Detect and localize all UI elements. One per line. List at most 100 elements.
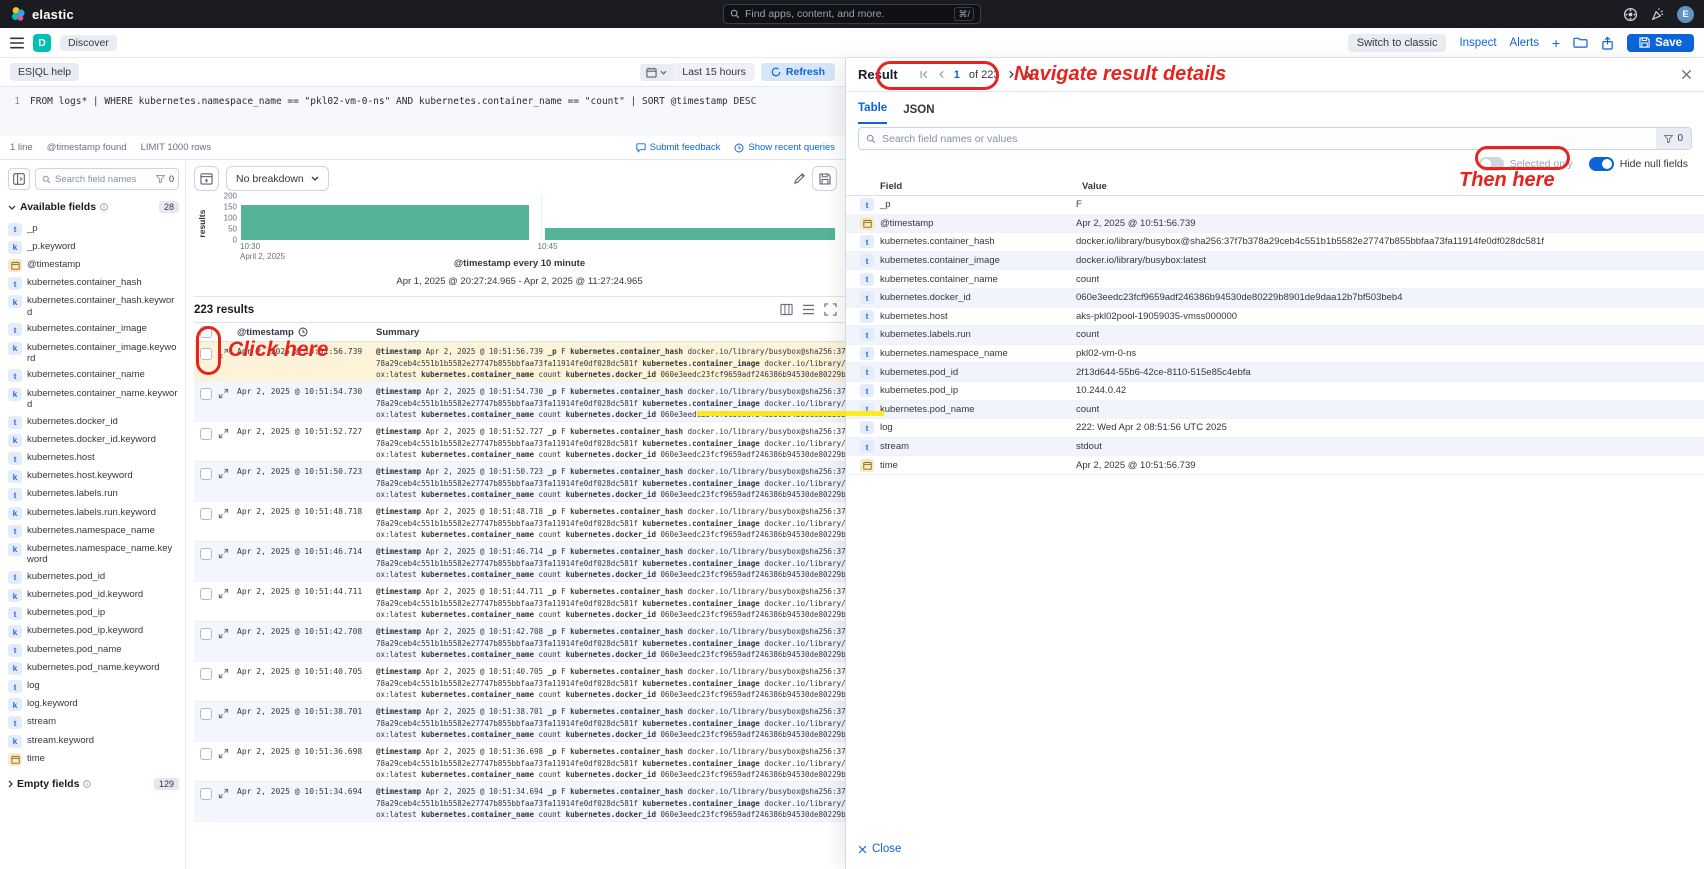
row-checkbox[interactable] bbox=[200, 508, 212, 520]
expand-document-icon[interactable] bbox=[218, 668, 231, 679]
expand-document-icon[interactable] bbox=[218, 628, 231, 639]
chart-options-button[interactable] bbox=[194, 166, 219, 191]
fullscreen-icon[interactable] bbox=[824, 303, 837, 316]
last-page-button[interactable] bbox=[1024, 70, 1033, 79]
deployment-icon[interactable] bbox=[1623, 7, 1638, 22]
detail-row[interactable]: t kubernetes.pod_id 2f13d644-55b6-42ce-8… bbox=[846, 363, 1704, 382]
sidebar-field-item[interactable]: @timestamp bbox=[8, 256, 179, 274]
result-row[interactable]: Apr 2, 2025 @ 10:51:34.694 @timestamp Ap… bbox=[194, 782, 845, 822]
detail-row[interactable]: t kubernetes.container_image docker.io/l… bbox=[846, 252, 1704, 271]
detail-row[interactable]: t kubernetes.namespace_name pkl02-vm-0-n… bbox=[846, 345, 1704, 364]
share-icon[interactable] bbox=[1601, 36, 1614, 50]
row-checkbox[interactable] bbox=[200, 708, 212, 720]
date-picker[interactable]: Last 15 hours bbox=[640, 63, 755, 81]
user-avatar[interactable]: E bbox=[1677, 6, 1694, 23]
collapse-sidebar-button[interactable] bbox=[8, 168, 30, 190]
result-row[interactable]: Apr 2, 2025 @ 10:51:50.723 @timestamp Ap… bbox=[194, 462, 845, 502]
elastic-logo[interactable]: elastic bbox=[10, 6, 74, 22]
sidebar-field-item[interactable]: t log bbox=[8, 677, 179, 695]
row-checkbox[interactable] bbox=[200, 748, 212, 760]
sidebar-field-item[interactable]: t kubernetes.container_name bbox=[8, 367, 179, 385]
toggle-on[interactable] bbox=[1589, 157, 1614, 171]
detail-filter-button[interactable]: 0 bbox=[1656, 128, 1691, 149]
submit-feedback-link[interactable]: Submit feedback bbox=[636, 142, 721, 153]
detail-row[interactable]: @timestamp Apr 2, 2025 @ 10:51:56.739 bbox=[846, 215, 1704, 234]
esql-help-button[interactable]: ES|QL help bbox=[10, 63, 79, 81]
sidebar-field-item[interactable]: t _p bbox=[8, 220, 179, 238]
breadcrumb[interactable]: Discover bbox=[60, 35, 117, 51]
sidebar-field-item[interactable]: k kubernetes.pod_name.keyword bbox=[8, 659, 179, 677]
inspect-button[interactable]: Inspect bbox=[1459, 37, 1496, 49]
detail-search-input[interactable]: Search field names or values 0 bbox=[858, 127, 1692, 150]
first-page-button[interactable] bbox=[920, 70, 929, 79]
switch-to-classic-button[interactable]: Switch to classic bbox=[1348, 34, 1447, 52]
result-row[interactable]: Apr 2, 2025 @ 10:51:46.714 @timestamp Ap… bbox=[194, 542, 845, 582]
field-search-input[interactable]: Search field names 0 bbox=[35, 168, 179, 190]
detail-row[interactable]: time Apr 2, 2025 @ 10:51:56.739 bbox=[846, 456, 1704, 475]
space-badge[interactable]: D bbox=[33, 34, 51, 52]
row-checkbox[interactable] bbox=[200, 548, 212, 560]
available-fields-header[interactable]: Available fields 28 bbox=[8, 201, 179, 213]
new-session-button[interactable]: + bbox=[1552, 35, 1560, 51]
row-checkbox[interactable] bbox=[200, 468, 212, 480]
sidebar-field-item[interactable]: k kubernetes.namespace_name.keyword bbox=[8, 540, 179, 568]
selected-only-toggle[interactable]: Selected only bbox=[1479, 157, 1573, 171]
previous-page-button[interactable] bbox=[938, 70, 945, 79]
sidebar-field-item[interactable]: t kubernetes.pod_name bbox=[8, 641, 179, 659]
sidebar-field-item[interactable]: t kubernetes.container_hash bbox=[8, 275, 179, 293]
expand-document-icon[interactable] bbox=[218, 788, 231, 799]
close-flyout-icon[interactable] bbox=[1681, 69, 1692, 80]
open-session-icon[interactable] bbox=[1573, 36, 1588, 49]
tab-json[interactable]: JSON bbox=[903, 104, 934, 124]
sidebar-field-item[interactable]: k log.keyword bbox=[8, 696, 179, 714]
sidebar-field-item[interactable]: k kubernetes.pod_ip.keyword bbox=[8, 623, 179, 641]
sidebar-field-item[interactable]: k kubernetes.pod_id.keyword bbox=[8, 587, 179, 605]
sidebar-field-item[interactable]: t kubernetes.labels.run bbox=[8, 486, 179, 504]
empty-fields-header[interactable]: Empty fields 129 bbox=[8, 778, 179, 790]
timestamp-column-header[interactable]: @timestamp bbox=[237, 327, 294, 338]
expand-document-icon[interactable] bbox=[218, 708, 231, 719]
expand-document-icon[interactable] bbox=[218, 508, 231, 519]
save-button[interactable]: Save bbox=[1627, 34, 1694, 52]
next-page-button[interactable] bbox=[1008, 70, 1015, 79]
date-picker-calendar-button[interactable] bbox=[640, 64, 673, 81]
newsfeed-icon[interactable] bbox=[1650, 7, 1665, 22]
hide-null-fields-toggle[interactable]: Hide null fields bbox=[1589, 157, 1688, 171]
expand-document-icon[interactable] bbox=[218, 748, 231, 759]
sidebar-field-item[interactable]: time bbox=[8, 750, 179, 768]
expand-document-icon[interactable] bbox=[218, 588, 231, 599]
expand-document-icon[interactable] bbox=[218, 428, 231, 439]
show-recent-queries-link[interactable]: Show recent queries bbox=[734, 142, 835, 153]
detail-row[interactable]: t kubernetes.container_name count bbox=[846, 270, 1704, 289]
result-row[interactable]: Apr 2, 2025 @ 10:51:54.730 @timestamp Ap… bbox=[194, 382, 845, 422]
filter-icon[interactable] bbox=[156, 175, 165, 183]
detail-row[interactable]: t kubernetes.host aks-pkl02pool-19059035… bbox=[846, 308, 1704, 327]
refresh-button[interactable]: Refresh bbox=[761, 63, 835, 81]
sidebar-field-item[interactable]: k kubernetes.container_hash.keyword bbox=[8, 293, 179, 321]
sidebar-field-item[interactable]: t stream bbox=[8, 714, 179, 732]
columns-icon[interactable] bbox=[780, 303, 793, 316]
sidebar-field-item[interactable]: t kubernetes.pod_id bbox=[8, 568, 179, 586]
esql-editor[interactable]: 1 FROM logs* | WHERE kubernetes.namespac… bbox=[0, 86, 845, 136]
detail-row[interactable]: t kubernetes.container_hash docker.io/li… bbox=[846, 233, 1704, 252]
row-checkbox[interactable] bbox=[200, 788, 212, 800]
sidebar-field-item[interactable]: t kubernetes.pod_ip bbox=[8, 605, 179, 623]
result-row[interactable]: Apr 2, 2025 @ 10:51:52.727 @timestamp Ap… bbox=[194, 422, 845, 462]
detail-row[interactable]: t kubernetes.pod_ip 10.244.0.42 bbox=[846, 382, 1704, 401]
row-checkbox[interactable] bbox=[200, 628, 212, 640]
sidebar-field-item[interactable]: k stream.keyword bbox=[8, 732, 179, 750]
result-row[interactable]: Apr 2, 2025 @ 10:51:38.701 @timestamp Ap… bbox=[194, 702, 845, 742]
histogram-bar-2[interactable] bbox=[545, 228, 835, 240]
expand-document-icon[interactable] bbox=[218, 348, 231, 359]
alerts-button[interactable]: Alerts bbox=[1510, 37, 1539, 49]
sidebar-field-item[interactable]: k kubernetes.container_name.keyword bbox=[8, 385, 179, 413]
sidebar-field-item[interactable]: k kubernetes.labels.run.keyword bbox=[8, 504, 179, 522]
row-checkbox[interactable] bbox=[200, 428, 212, 440]
expand-document-icon[interactable] bbox=[218, 548, 231, 559]
detail-row[interactable]: t _p F bbox=[846, 196, 1704, 215]
detail-row[interactable]: t log 222: Wed Apr 2 08:51:56 UTC 2025 bbox=[846, 419, 1704, 438]
result-row[interactable]: Apr 2, 2025 @ 10:51:56.739 @timestamp Ap… bbox=[194, 342, 845, 382]
row-density-icon[interactable] bbox=[802, 304, 815, 315]
global-search-input[interactable]: Find apps, content, and more. ⌘/ bbox=[723, 4, 981, 24]
menu-icon[interactable] bbox=[10, 37, 24, 49]
